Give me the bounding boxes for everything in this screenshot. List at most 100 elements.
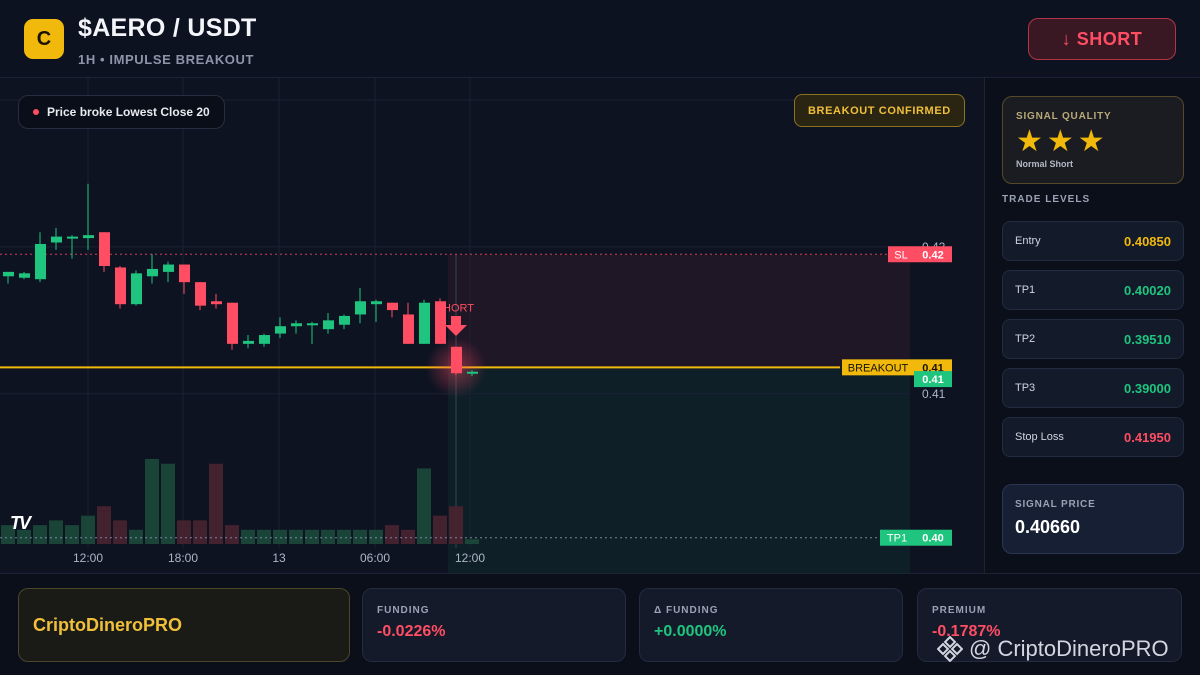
y-tick-label: 0.41: [922, 387, 946, 401]
candle-body: [259, 335, 270, 344]
level-name: TP1: [1015, 284, 1036, 296]
watermark-text: @ CriptoDineroPRO: [969, 636, 1169, 661]
candle-body: [227, 302, 238, 344]
volume-bar: [97, 506, 111, 544]
x-tick-label: 18:00: [168, 551, 198, 565]
tradingview-logo: TV: [10, 513, 31, 533]
candle-body: [163, 264, 174, 272]
metric-title: PREMIUM: [932, 605, 987, 616]
volume-bar: [449, 506, 463, 544]
short-button[interactable]: ↓ SHORT: [1028, 18, 1176, 60]
funding-card: FUNDING -0.0226%: [362, 588, 626, 662]
candle-body: [467, 371, 478, 374]
candle-body: [179, 264, 190, 283]
candle-body: [275, 326, 286, 334]
metric-title: Δ FUNDING: [654, 605, 719, 616]
volume-bar: [113, 520, 127, 544]
signal-quality-card: SIGNAL QUALITY ★★★ Normal Short: [1002, 96, 1184, 184]
level-value: 0.40020: [1124, 282, 1171, 298]
volume-bar: [289, 529, 303, 544]
star-rating-icon: ★★★: [1016, 125, 1109, 158]
signal-price-card: SIGNAL PRICE 0.40660: [1002, 484, 1184, 554]
level-value: 0.41950: [1124, 429, 1171, 445]
volume-bar: [209, 463, 223, 544]
candle-body: [51, 236, 62, 243]
signal-quality-title: SIGNAL QUALITY: [1016, 111, 1112, 122]
x-tick-label: 13: [272, 551, 286, 565]
brand-card[interactable]: CriptoDineroPRO: [18, 588, 350, 662]
tp1-tag-label: TP1: [887, 533, 907, 545]
candle-body: [387, 302, 398, 311]
signal-price-title: SIGNAL PRICE: [1015, 499, 1096, 510]
candle-body: [35, 243, 46, 280]
pair-title: $AERO / USDT: [78, 14, 257, 42]
level-row-entry[interactable]: Entry 0.40850: [1002, 221, 1184, 261]
trade-levels-title: TRADE LEVELS: [1002, 194, 1091, 205]
metric-title: FUNDING: [377, 605, 430, 616]
volume-bar: [273, 529, 287, 544]
volume-bar: [193, 520, 207, 544]
alert-text: Price broke Lowest Close 20: [47, 105, 210, 119]
volume-bar: [465, 539, 479, 544]
app-root: C $AERO / USDT 1H • IMPULSE BREAKOUT ↓ S…: [0, 0, 1200, 675]
delta-funding-card: Δ FUNDING +0.0000%: [639, 588, 903, 662]
candle-body: [291, 323, 302, 327]
level-name: Stop Loss: [1015, 431, 1064, 443]
volume-bar: [369, 529, 383, 544]
alert-pill: Price broke Lowest Close 20: [18, 95, 225, 129]
volume-bar: [353, 529, 367, 544]
header: C $AERO / USDT 1H • IMPULSE BREAKOUT ↓ S…: [0, 0, 1200, 78]
level-row-tp3[interactable]: TP3 0.39000: [1002, 368, 1184, 408]
candle-body: [83, 235, 94, 239]
breakout-tag-label: BREAKOUT: [848, 362, 909, 374]
level-row-tp1[interactable]: TP1 0.40020: [1002, 270, 1184, 310]
level-row-stop-loss[interactable]: Stop Loss 0.41950: [1002, 417, 1184, 457]
short-marker-label: HORT: [443, 303, 474, 315]
breakout-confirmed-badge: BREAKOUT CONFIRMED: [794, 94, 965, 127]
level-name: TP2: [1015, 333, 1036, 345]
sl-tag-label: SL: [894, 249, 907, 261]
volume-bar: [161, 463, 175, 544]
candle-body: [3, 271, 14, 277]
level-value: 0.40850: [1124, 233, 1171, 249]
candle-body: [211, 301, 222, 305]
level-name: Entry: [1015, 235, 1041, 247]
level-value: 0.39510: [1124, 331, 1171, 347]
volume-bar: [417, 468, 431, 544]
watermark: @ CriptoDineroPRO: [937, 636, 1169, 662]
candle-body: [131, 273, 142, 305]
volume-bar: [305, 529, 319, 544]
candle-body: [115, 267, 126, 305]
chart-canvas[interactable]: HORT 12:0018:001306:0012:000.430.420.41 …: [0, 78, 985, 573]
candle-body: [147, 268, 158, 277]
level-name: TP3: [1015, 382, 1036, 394]
candle-body: [323, 320, 334, 330]
metric-value: +0.0000%: [654, 623, 727, 640]
candle-body: [19, 273, 30, 278]
volume-bar: [337, 529, 351, 544]
level-row-tp2[interactable]: TP2 0.39510: [1002, 319, 1184, 359]
volume-bar: [225, 525, 239, 544]
volume-bar: [145, 459, 159, 544]
volume-bar: [129, 529, 143, 544]
x-tick-label: 12:00: [73, 551, 103, 565]
candle-body: [67, 236, 78, 239]
volume-bar: [241, 529, 255, 544]
candle-body: [307, 323, 318, 326]
exchange-logo: C: [24, 19, 64, 59]
signal-quality-subtitle: Normal Short: [1016, 159, 1074, 169]
level-value: 0.39000: [1124, 380, 1171, 396]
volume-bar: [385, 525, 399, 544]
alert-dot-icon: [33, 109, 39, 115]
signal-sidebar: SIGNAL QUALITY ★★★ Normal Short TRADE LE…: [986, 78, 1200, 573]
price-chart[interactable]: HORT 12:0018:001306:0012:000.430.420.41 …: [0, 78, 985, 573]
current-price-tag-value: 0.41: [922, 374, 943, 386]
volume-bar: [433, 515, 447, 544]
binance-icon: [937, 636, 963, 662]
candle-body: [371, 301, 382, 305]
x-tick-label: 06:00: [360, 551, 390, 565]
x-tick-label: 12:00: [455, 551, 485, 565]
candle-body: [243, 340, 254, 344]
candle-body: [99, 232, 110, 266]
tp1-tag-value: 0.40: [922, 533, 943, 545]
